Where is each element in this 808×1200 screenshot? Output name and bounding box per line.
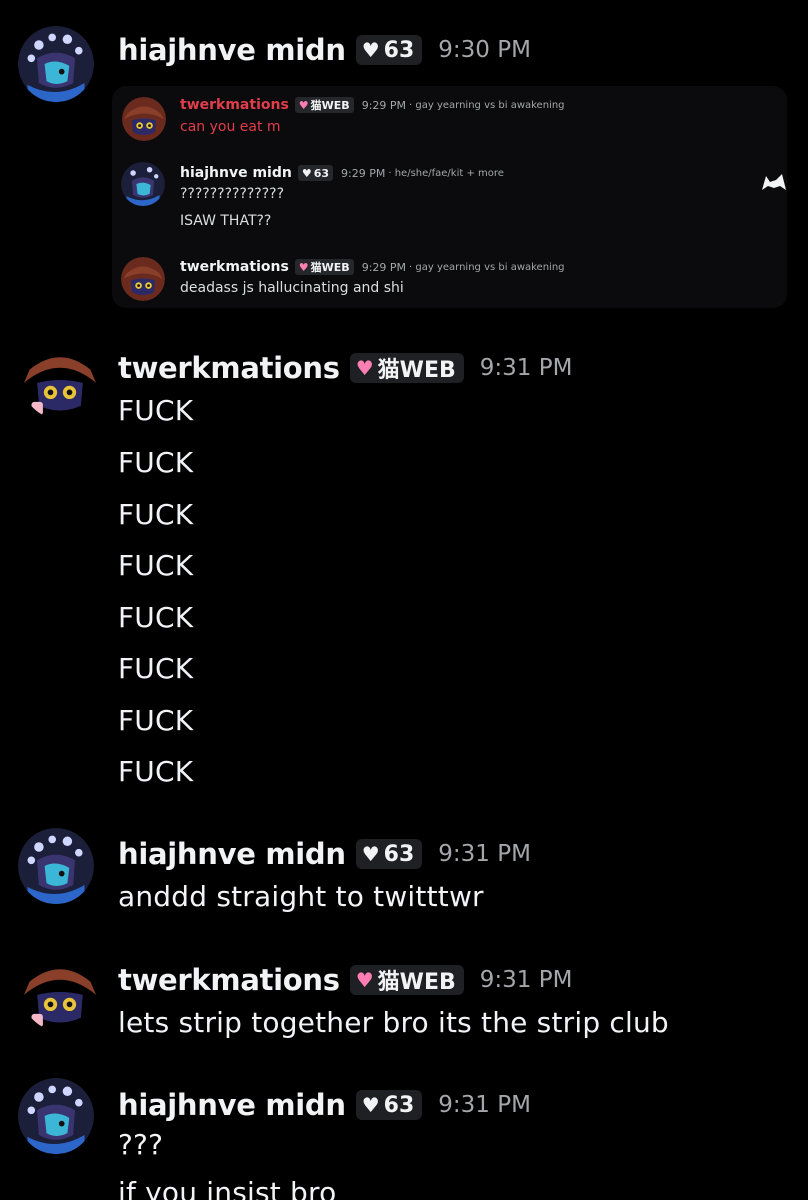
- server-tag-label: 63: [383, 841, 415, 867]
- forwarded-message-header: hiajhnve midn ♥ 63 9:29 PM · he/she/fae/k…: [180, 163, 504, 183]
- message-text: lets strip together bro its the strip cl…: [118, 1006, 669, 1039]
- message-text: ??????????????: [180, 186, 285, 202]
- message-text: FUCK: [118, 755, 194, 788]
- pronouns: · he/she/fae/kit + more: [388, 167, 504, 179]
- server-tag: ♥ 猫WEB: [294, 97, 354, 113]
- message-text: FUCK: [118, 394, 194, 427]
- server-tag-label: 猫WEB: [377, 970, 456, 995]
- timestamp: 9:31 PM: [479, 967, 573, 993]
- white-heart-icon: ♥: [301, 166, 312, 180]
- avatar[interactable]: [22, 343, 98, 419]
- message-text: FUCK: [118, 498, 194, 531]
- white-heart-icon: ♥: [361, 38, 380, 62]
- username[interactable]: hiajhnve midn: [118, 837, 346, 871]
- server-tag-label: 猫WEB: [377, 358, 456, 383]
- message-header: hiajhnve midn ♥ 63 9:31 PM: [118, 834, 531, 874]
- pink-heart-icon: ♥: [298, 98, 309, 112]
- avatar: [121, 162, 165, 206]
- server-tag[interactable]: ♥ 63: [355, 35, 423, 65]
- avatar: [122, 97, 166, 141]
- timestamp: 9:31 PM: [479, 355, 573, 381]
- pronouns: · gay yearning vs bi awakening: [409, 261, 565, 273]
- message-header: twerkmations ♥ 猫WEB 9:31 PM: [118, 960, 572, 1000]
- message-header: hiajhnve midn ♥ 63 9:31 PM: [118, 1085, 531, 1125]
- white-heart-icon: ♥: [361, 842, 380, 866]
- server-tag-label: 63: [383, 1092, 415, 1118]
- server-tag[interactable]: ♥ 63: [355, 839, 423, 869]
- server-tag[interactable]: ♥ 63: [355, 1090, 423, 1120]
- message-text: FUCK: [118, 652, 194, 685]
- server-tag-label: 猫WEB: [310, 99, 350, 112]
- timestamp: 9:31 PM: [438, 841, 531, 867]
- server-tag[interactable]: ♥ 猫WEB: [349, 965, 464, 995]
- message-header: hiajhnve midn ♥ 63 9:30 PM: [118, 30, 531, 70]
- pronouns-text: gay yearning vs bi awakening: [415, 99, 565, 111]
- pronouns: · gay yearning vs bi awakening: [409, 99, 565, 111]
- avatar[interactable]: [18, 26, 94, 102]
- username[interactable]: twerkmations: [118, 351, 340, 385]
- message-text: deadass js hallucinating and shi: [180, 280, 404, 296]
- cat-icon: [762, 174, 786, 190]
- server-tag-label: 63: [383, 37, 415, 63]
- timestamp: 9:31 PM: [438, 1092, 531, 1118]
- avatar[interactable]: [18, 1078, 94, 1154]
- message-header: twerkmations ♥ 猫WEB 9:31 PM: [118, 348, 572, 388]
- username[interactable]: hiajhnve midn: [180, 165, 292, 181]
- server-tag: ♥ 63: [297, 165, 334, 181]
- username[interactable]: hiajhnve midn: [118, 1088, 346, 1122]
- avatar: [121, 257, 165, 301]
- server-tag: ♥ 猫WEB: [294, 259, 354, 275]
- username[interactable]: twerkmations: [180, 97, 289, 113]
- forwarded-message-header: twerkmations ♥ 猫WEB 9:29 PM · gay yearnin…: [180, 95, 565, 115]
- message-text: FUCK: [118, 601, 194, 634]
- server-tag-label: 猫WEB: [310, 261, 350, 274]
- pink-heart-icon: ♥: [355, 968, 374, 992]
- username[interactable]: twerkmations: [180, 259, 289, 275]
- avatar[interactable]: [22, 955, 98, 1031]
- message-text: ISAW THAT??: [180, 213, 272, 229]
- timestamp: 9:30 PM: [438, 37, 531, 63]
- username[interactable]: hiajhnve midn: [118, 33, 346, 67]
- username[interactable]: twerkmations: [118, 963, 340, 997]
- timestamp: 9:29 PM: [361, 98, 407, 112]
- message-text: can you eat m: [180, 119, 281, 135]
- timestamp: 9:29 PM: [341, 166, 386, 180]
- message-text: FUCK: [118, 446, 194, 479]
- pronouns-text: gay yearning vs bi awakening: [415, 261, 565, 273]
- pink-heart-icon: ♥: [355, 356, 374, 380]
- white-heart-icon: ♥: [361, 1093, 380, 1117]
- server-tag-label: 63: [313, 166, 330, 180]
- message-text: anddd straight to twitttwr: [118, 880, 484, 913]
- pink-heart-icon: ♥: [298, 260, 309, 274]
- message-text: FUCK: [118, 704, 194, 737]
- server-tag[interactable]: ♥ 猫WEB: [349, 353, 464, 383]
- message-text: ???: [118, 1128, 164, 1161]
- forwarded-message-header: twerkmations ♥ 猫WEB 9:29 PM · gay yearnin…: [180, 257, 565, 277]
- timestamp: 9:29 PM: [361, 260, 407, 274]
- pronouns-text: he/she/fae/kit + more: [394, 167, 504, 179]
- avatar[interactable]: [18, 828, 94, 904]
- message-text: if you insist bro: [118, 1176, 337, 1200]
- message-text: FUCK: [118, 549, 194, 582]
